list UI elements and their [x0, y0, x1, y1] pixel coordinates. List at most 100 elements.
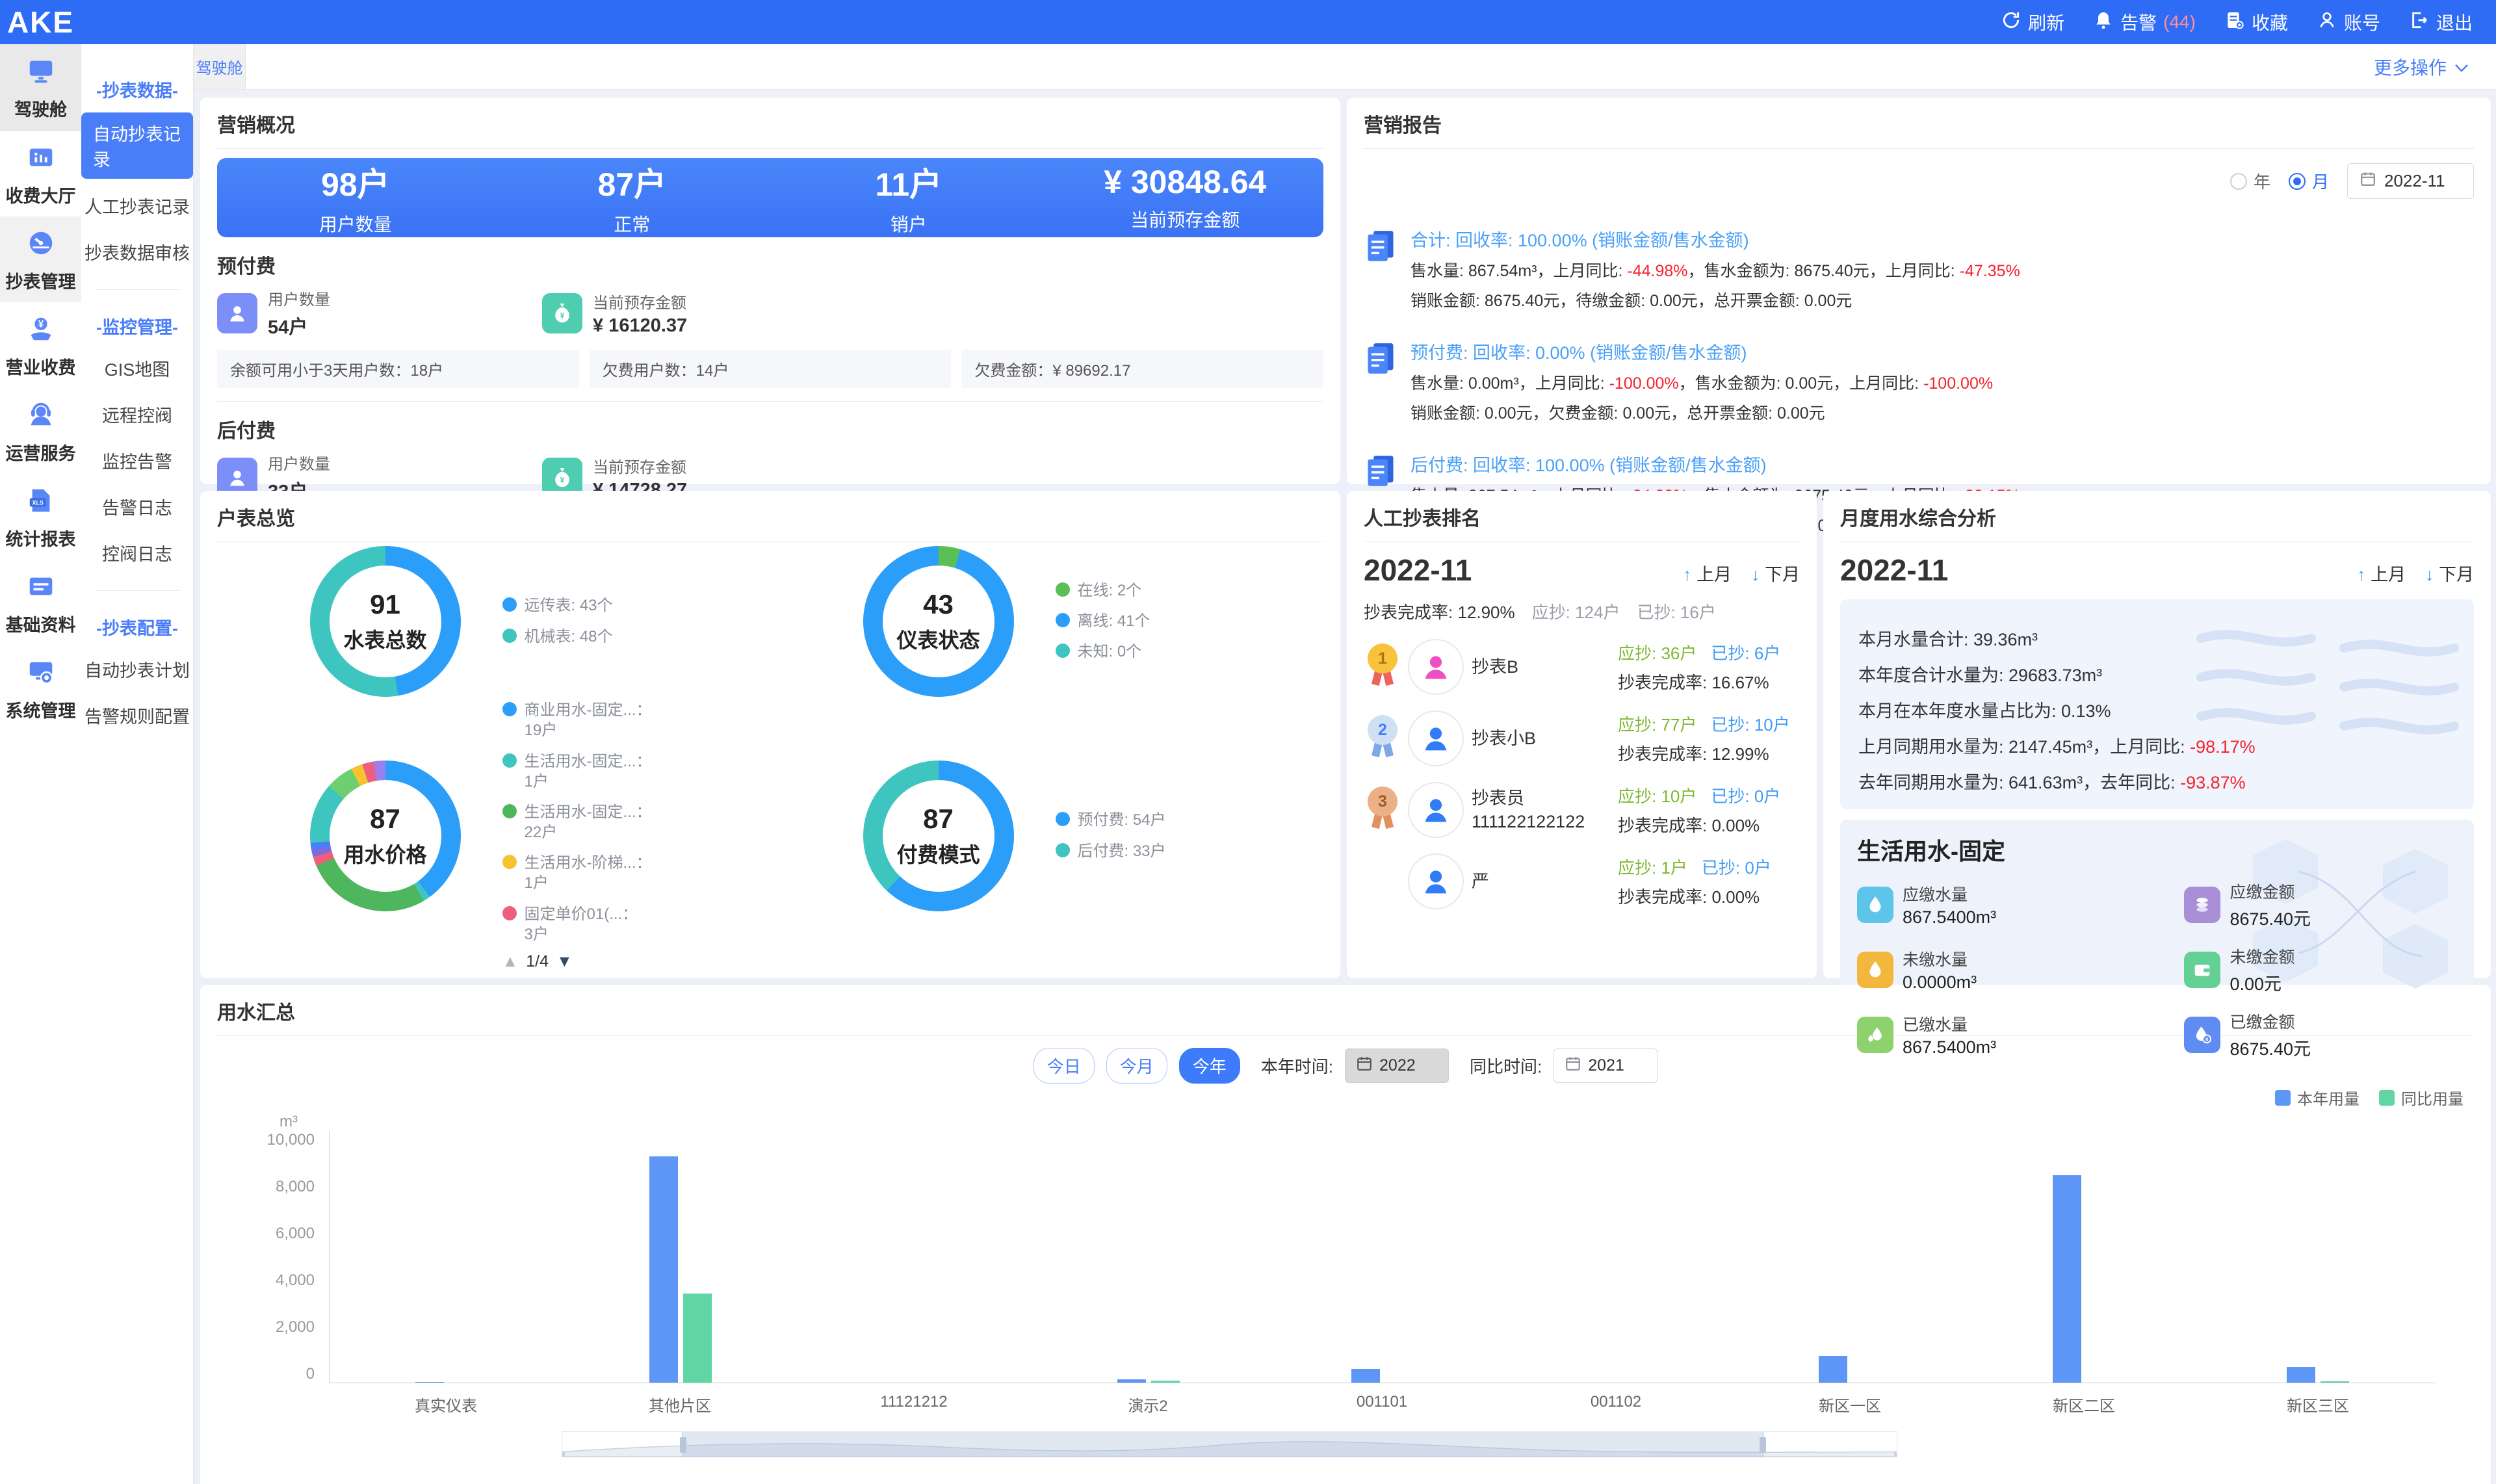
- submenu-entry[interactable]: 监控告警: [102, 437, 172, 484]
- sidebar-item-fee-hall[interactable]: 收费大厅: [0, 131, 81, 216]
- legend-entry[interactable]: 未知: 0个: [1056, 642, 1231, 662]
- monthly-analysis-panel: 月度用水综合分析 2022-11 ↑ 上月 ↓ 下月 本月水量合计: 39.36…: [1823, 491, 2491, 978]
- alarm-button[interactable]: 告警 (44): [2093, 9, 2196, 35]
- svg-text:¥: ¥: [560, 311, 565, 320]
- sidebar-item-cockpit[interactable]: 驾驶舱: [0, 44, 81, 131]
- data-zoom-slider[interactable]: [562, 1431, 1897, 1457]
- this-year-button[interactable]: 今年: [1179, 1048, 1240, 1084]
- bar-本年用量[interactable]: [415, 1382, 444, 1383]
- bar-同比用量[interactable]: [1151, 1381, 1180, 1383]
- submenu-entry[interactable]: 抄表数据审核: [84, 229, 190, 275]
- legend-entry[interactable]: 机械表: 48个: [502, 627, 678, 647]
- sidebar-item-base-data[interactable]: 基础资料: [0, 560, 81, 645]
- report-row-line: 售水量: 0.00m³，上月同比: -100.00%，售水金额为: 0.00元，…: [1410, 371, 1993, 394]
- legend-entry[interactable]: 预付费: 54户: [1056, 810, 1231, 830]
- banner-stat: 98户 用户数量: [217, 159, 494, 237]
- legend-entry[interactable]: 固定单价01(...：3户: [502, 904, 678, 944]
- submenu-entry[interactable]: 告警日志: [102, 484, 172, 530]
- legend-entry[interactable]: 在线: 2个: [1056, 580, 1231, 601]
- data-zoom-right-handle[interactable]: [1760, 1437, 1766, 1453]
- submenu-entry[interactable]: 自动抄表计划: [84, 646, 190, 692]
- coins-icon: [2184, 887, 2220, 923]
- prepaid-money-card: ¥ 当前预存金额 ¥ 16120.37: [542, 287, 867, 339]
- logout-button[interactable]: 退出: [2409, 9, 2473, 35]
- today-button[interactable]: 今日: [1034, 1048, 1095, 1084]
- next-month-button[interactable]: ↓ 下月: [1751, 560, 1800, 586]
- submenu-entry[interactable]: 远程控阀: [102, 391, 172, 437]
- donut-chart[interactable]: 87 付费模式: [863, 761, 1014, 911]
- sidebar-item-business-fee[interactable]: ¥ 营业收费: [0, 302, 81, 388]
- sidebar-item-label: 基础资料: [6, 611, 76, 636]
- legend-entry[interactable]: 后付费: 33户: [1056, 841, 1231, 861]
- bar-本年用量[interactable]: [1351, 1369, 1380, 1383]
- report-controls: 年 月 2022-11: [1364, 163, 2474, 199]
- panel-title: 营销报告: [1364, 109, 2474, 149]
- sidebar-item-system-management[interactable]: 系统管理: [0, 645, 81, 731]
- reader-stats: 应抄: 36户已抄: 6户 抄表完成率: 16.67%: [1618, 640, 1800, 694]
- this-month-button[interactable]: 今月: [1106, 1048, 1167, 1084]
- submenu-entry[interactable]: 控阀日志: [102, 530, 172, 576]
- bar-同比用量[interactable]: [683, 1294, 712, 1383]
- legend-entry[interactable]: 生活用水-阶梯...：1户: [502, 853, 678, 893]
- app-logo: AKE: [0, 5, 81, 40]
- sidebar-item-statistics[interactable]: XLS 统计报表: [0, 474, 81, 560]
- month-radio[interactable]: 月: [2289, 169, 2329, 193]
- radio-circle-icon: [2289, 173, 2306, 190]
- chart-legend-item[interactable]: 同比用量: [2379, 1086, 2464, 1109]
- submenu-entry[interactable]: 告警规则配置: [84, 692, 190, 738]
- donut-chart[interactable]: 87 用水价格: [310, 761, 461, 911]
- legend-entry[interactable]: 生活用水-固定...：1户: [502, 751, 678, 792]
- donut-chart[interactable]: 43 仪表状态: [863, 546, 1014, 697]
- card-label: 当前预存金额: [593, 290, 687, 313]
- report-row-title-link[interactable]: 合计: 回收率: 100.00% (销账金额/售水金额): [1410, 226, 2020, 252]
- legend-entry[interactable]: 生活用水-固定...：22户: [502, 802, 678, 842]
- report-date-input[interactable]: 2022-11: [2347, 163, 2474, 199]
- donut-legend: 在线: 2个离线: 41个未知: 0个: [1056, 580, 1231, 662]
- donut-center: 87 付费模式: [883, 780, 994, 892]
- bar-group: [1499, 1131, 1733, 1383]
- refresh-button[interactable]: 刷新: [2001, 9, 2064, 35]
- submenu-entry[interactable]: 自动抄表记录: [81, 112, 193, 179]
- chart-legend-item[interactable]: 本年用量: [2275, 1086, 2360, 1109]
- tab-strip: 驾驶舱 更多操作: [194, 44, 2496, 90]
- bar-本年用量[interactable]: [1819, 1356, 1847, 1383]
- reader-stats: 应抄: 10户已抄: 0户 抄表完成率: 0.00%: [1618, 783, 1800, 837]
- account-button[interactable]: 账号: [2317, 9, 2380, 35]
- donut-chart[interactable]: 91 水表总数: [310, 546, 461, 697]
- legend-entry[interactable]: 离线: 41个: [1056, 611, 1231, 631]
- donut-label: 水表总数: [343, 624, 426, 654]
- data-zoom-window[interactable]: [682, 1432, 1763, 1457]
- pager-down-icon[interactable]: ▼: [556, 952, 573, 971]
- tab-cockpit[interactable]: 驾驶舱: [194, 44, 246, 89]
- bar-group: [2201, 1131, 2435, 1383]
- next-month-button[interactable]: ↓ 下月: [2425, 560, 2474, 586]
- submenu-entry[interactable]: GIS地图: [105, 345, 170, 391]
- year-radio[interactable]: 年: [2230, 169, 2270, 193]
- data-zoom-left-handle[interactable]: [680, 1437, 686, 1453]
- legend-entry[interactable]: 远传表: 43个: [502, 595, 678, 616]
- sidebar-item-operation-service[interactable]: 运营服务: [0, 388, 81, 474]
- prev-month-button[interactable]: ↑ 上月: [1683, 560, 1732, 586]
- bar-本年用量[interactable]: [1117, 1379, 1146, 1383]
- year-time-input[interactable]: 2022: [1345, 1048, 1449, 1083]
- more-actions-button[interactable]: 更多操作: [2374, 54, 2469, 80]
- card-value: ¥ 16120.37: [593, 315, 687, 337]
- sidebar-item-meter-reading[interactable]: 抄表管理: [0, 216, 81, 302]
- bar-本年用量[interactable]: [2287, 1367, 2315, 1383]
- y-axis-tick: 2,000: [276, 1318, 315, 1336]
- bar-本年用量[interactable]: [2053, 1175, 2081, 1383]
- donut-value: 87: [923, 803, 954, 835]
- prev-month-button[interactable]: ↑ 上月: [2357, 560, 2406, 586]
- bar-同比用量[interactable]: [2320, 1381, 2349, 1383]
- report-row-title-link[interactable]: 预付费: 回收率: 0.00% (销账金额/售水金额): [1410, 339, 1993, 364]
- submenu-entry[interactable]: 人工抄表记录: [84, 183, 190, 229]
- pager-up-icon[interactable]: ▲: [502, 952, 519, 971]
- chart-card-icon: [26, 142, 56, 177]
- compare-time-input[interactable]: 2021: [1554, 1048, 1658, 1083]
- favorite-button[interactable]: 收藏: [2224, 9, 2288, 35]
- svg-text:XLS: XLS: [32, 499, 43, 506]
- report-row-title-link[interactable]: 后付费: 回收率: 100.00% (销账金额/售水金额): [1410, 451, 2020, 476]
- legend-dot: [502, 906, 517, 920]
- bar-本年用量[interactable]: [649, 1156, 678, 1383]
- legend-entry[interactable]: 商业用水-固定...：19户: [502, 700, 678, 740]
